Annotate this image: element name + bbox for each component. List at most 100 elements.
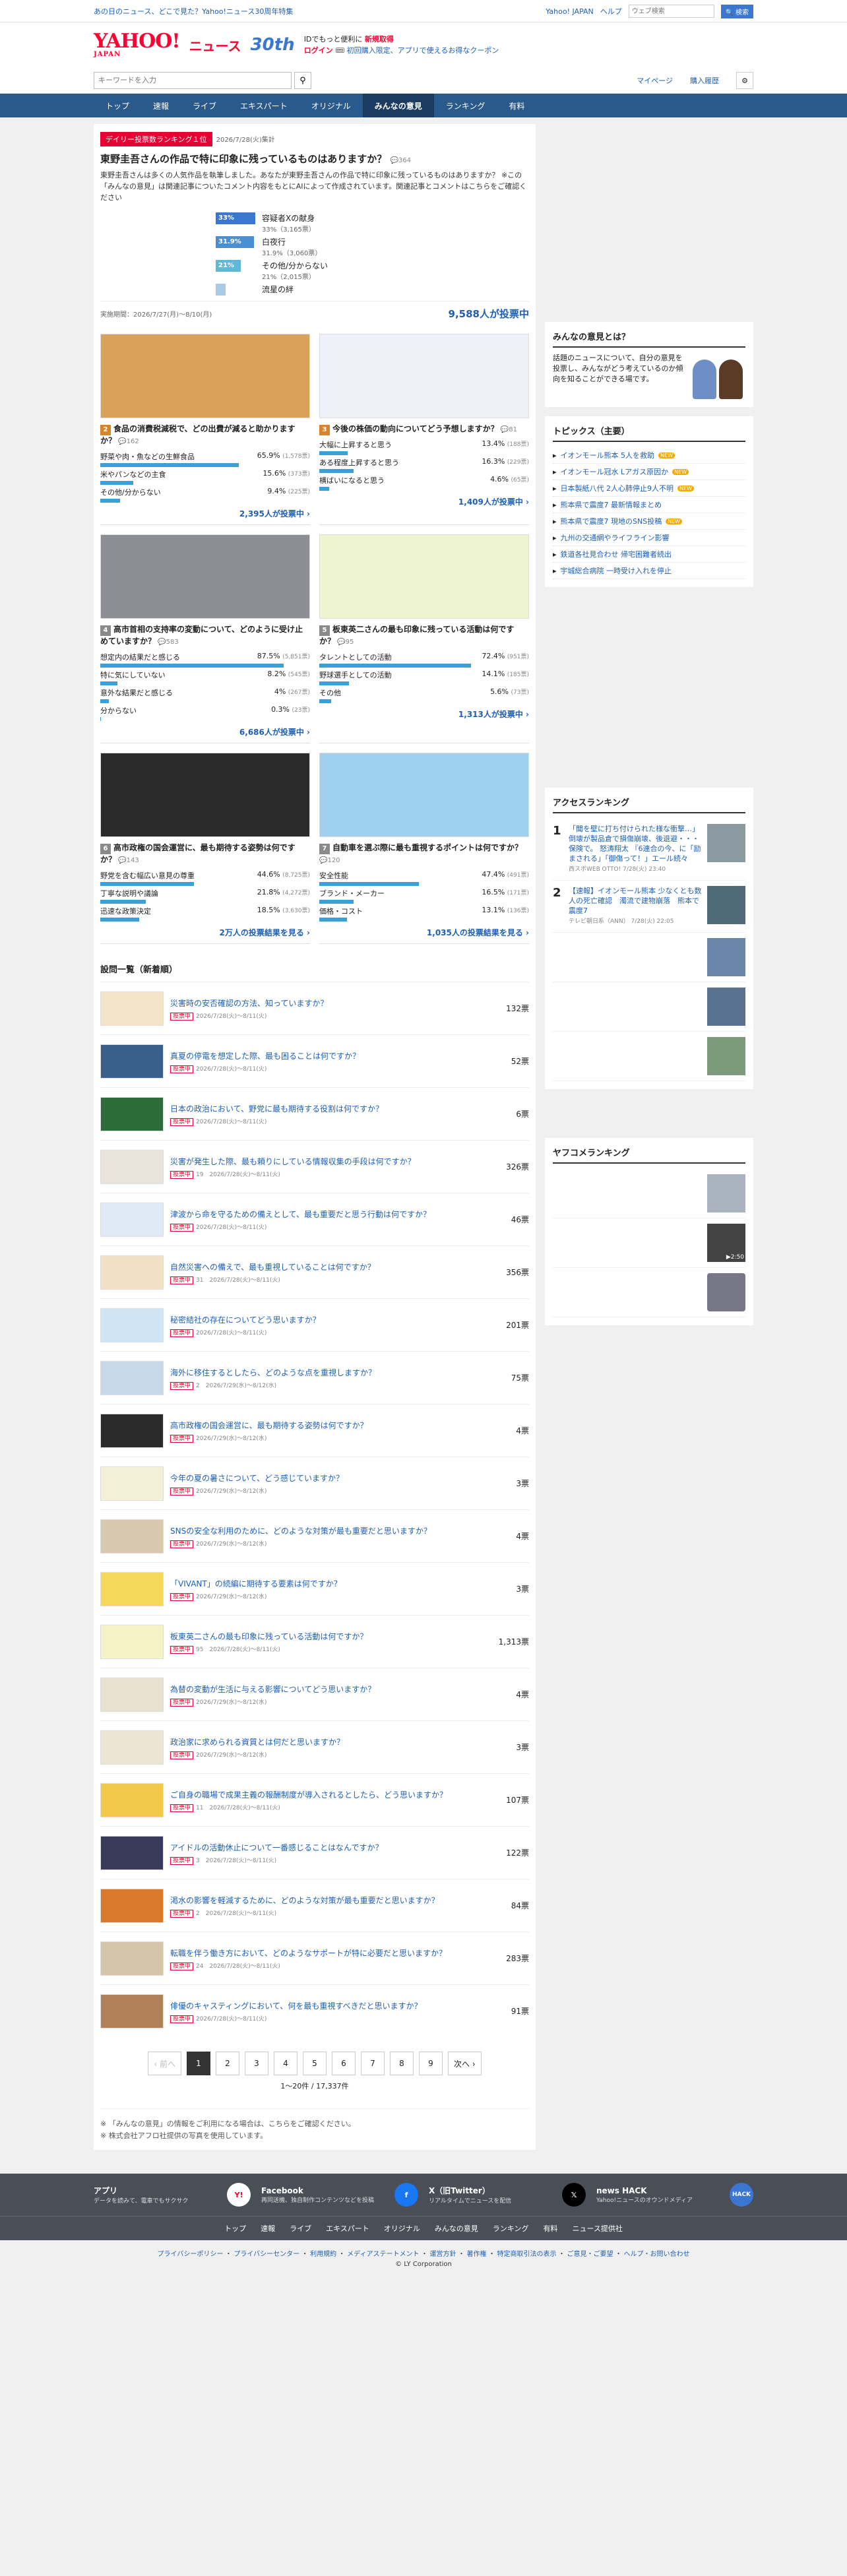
list-item[interactable]: 転職を伴う働き方において、どのようなサポートが特に必要だと思いますか？ 投票中 24… (100, 1932, 529, 1984)
list-item-question[interactable]: 津波から命を守るための備えとして、最も重要だと思う行動は何ですか？ (170, 1209, 483, 1220)
list-item-question[interactable]: 秘密結社の存在についてどう思いますか？ (170, 1314, 483, 1325)
news-logo[interactable]: ニュース (189, 36, 241, 55)
poll-card-vote-link[interactable]: 2,395人が投票中 › (100, 508, 310, 519)
list-item-question[interactable]: SNSの安全な利用のために、どのような対策が最も重要だと思いますか？ (170, 1525, 483, 1536)
legal-link[interactable]: プライバシーセンター (234, 2251, 299, 2258)
nav-expert[interactable]: エキスパート (228, 94, 299, 117)
poll-card-thumbnail[interactable] (319, 334, 529, 418)
pager-next[interactable]: 次へ › (448, 2052, 482, 2075)
web-search-input[interactable] (628, 5, 714, 18)
poll-card-option[interactable]: ブランド・メーカー 16.5% (171票) (319, 888, 529, 904)
poll-card-option[interactable]: その他/分からない 9.4% (225票) (100, 487, 310, 503)
list-item-question[interactable]: 今年の夏の暑さについて、どう感じていますか？ (170, 1472, 483, 1484)
list-item[interactable]: 海外に移住するとしたら、どのような点を重視しますか？ 投票中 2 2026/7/29… (100, 1351, 529, 1404)
poll-card-thumbnail[interactable] (319, 753, 529, 837)
help-link[interactable]: ヘルプ (600, 6, 622, 16)
footer-app[interactable]: アプリ データを読みて、電車でもサクサク Y! (94, 2183, 251, 2207)
topic-item[interactable]: ▸ 九州の交通網やライフライン影響 (553, 530, 745, 546)
poll-card-vote-link[interactable]: 1,035人の投票結果を見る › (319, 927, 529, 938)
topic-item[interactable]: ▸ 熊本県で震度7 最新情報まとめ (553, 497, 745, 513)
legal-link[interactable]: プライバシーポリシー (158, 2251, 224, 2258)
poll-card-question[interactable]: 2 食品の消費税減税で、どの出費が減ると助かりますか？ 💬162 (100, 424, 310, 447)
footer-nav-link[interactable]: ニュース提供社 (572, 2223, 622, 2234)
anniversary-link[interactable]: あの日のニュース、どこで見た？Yahoo!ニュース30周年特集 (94, 6, 293, 16)
poll-card-option[interactable]: 迅速な政策決定 18.5% (3,630票) (100, 906, 310, 922)
footer-newshack[interactable]: news HACK Yahoo!ニュースのオウンドメディア HACK (596, 2183, 753, 2207)
coupon-link[interactable]: 初回購入限定、アプリで使えるお得なクーポン (347, 46, 499, 55)
signup-link[interactable]: 新規取得 (365, 35, 394, 44)
legal-link[interactable]: 利用規約 (310, 2251, 336, 2258)
nav-ranking[interactable]: ランキング (434, 94, 497, 117)
nav-opinion[interactable]: みんなの意見 (362, 94, 434, 117)
legal-link[interactable]: メディアステートメント (347, 2251, 419, 2258)
list-item-question[interactable]: アイドルの活動休止について一番感じることはなんですか？ (170, 1842, 483, 1853)
poll-card-question[interactable]: 3 今後の株価の動向についてどう予想しますか？ 💬81 (319, 424, 529, 435)
list-item-question[interactable]: 災害時の安否確認の方法、知っていますか？ (170, 997, 483, 1009)
search-icon[interactable]: ⚲ (294, 72, 311, 89)
topic-link[interactable]: 日本製紙八代 2人心肺停止9人不明 (561, 483, 674, 493)
poll-card-option[interactable]: 野菜や肉・魚などの生鮮食品 65.9% (1,578票) (100, 451, 310, 467)
topic-link[interactable]: イオンモール熊本 5人を救助 (561, 450, 655, 460)
topic-item[interactable]: ▸ 日本製紙八代 2人心肺停止9人不明 NEW (553, 480, 745, 497)
list-item[interactable]: 俳優のキャスティングにおいて、何を最も重視すべきだと思いますか？ 投票中 2026/… (100, 1984, 529, 2037)
list-item[interactable]: 今年の夏の暑さについて、どう感じていますか？ 投票中 2026/7/29(水)〜8/… (100, 1457, 529, 1509)
footer-nav-link[interactable]: みんなの意見 (435, 2223, 478, 2234)
poll-card-thumbnail[interactable] (319, 534, 529, 619)
nav-top[interactable]: トップ (94, 94, 141, 117)
footer-nav-link[interactable]: 有料 (543, 2223, 557, 2234)
poll-card-option[interactable]: 特に気にしていない 8.2% (545票) (100, 670, 310, 685)
pager-page[interactable]: 3 (245, 2052, 268, 2075)
list-item[interactable]: ご自身の職場で成果主義の報酬制度が導入されるとしたら、どう思いますか？ 投票中 11… (100, 1773, 529, 1826)
poll-card-vote-link[interactable]: 6,686人が投票中 › (100, 726, 310, 738)
list-item-question[interactable]: 自然災害への備えで、最も重視していることは何ですか？ (170, 1261, 483, 1272)
poll-card-option[interactable]: 丁寧な説明や議論 21.8% (4,272票) (100, 888, 310, 904)
poll-card-thumbnail[interactable] (100, 534, 310, 619)
list-item-question[interactable]: 「VIVANT」の続編に期待する要素は何ですか？ (170, 1578, 483, 1589)
list-item[interactable]: 日本の政治において、野党に最も期待する役割は何ですか？ 投票中 2026/7/28(… (100, 1087, 529, 1140)
pager-page[interactable]: 6 (332, 2052, 356, 2075)
footer-nav-link[interactable]: オリジナル (384, 2223, 420, 2234)
legal-link[interactable]: ご意見・ご要望 (567, 2251, 613, 2258)
poll-card-option[interactable]: その他 5.6% (73票) (319, 687, 529, 703)
legal-link[interactable]: 著作権 (466, 2251, 486, 2258)
poll-card-option[interactable]: 安全性能 47.4% (491票) (319, 870, 529, 886)
poll-card-option[interactable]: 横ばいになると思う 4.6% (65票) (319, 475, 529, 491)
list-item-question[interactable]: 日本の政治において、野党に最も期待する役割は何ですか？ (170, 1103, 483, 1114)
poll-card-question[interactable]: 6 高市政権の国会運営に、最も期待する姿勢は何ですか？ 💬143 (100, 842, 310, 866)
list-item[interactable]: 自然災害への備えで、最も重視していることは何ですか？ 投票中 31 2026/7/2… (100, 1245, 529, 1298)
nav-paid[interactable]: 有料 (497, 94, 536, 117)
footer-nav-link[interactable]: ライブ (290, 2223, 311, 2234)
pager-page[interactable]: 5 (303, 2052, 327, 2075)
poll-card-option[interactable]: 想定内の結果だと感じる 87.5% (5,851票) (100, 652, 310, 668)
pager-page[interactable]: 9 (419, 2052, 443, 2075)
list-item[interactable]: 高市政権の国会運営に、最も期待する姿勢は何ですか？ 投票中 2026/7/29(水)… (100, 1404, 529, 1457)
topic-item[interactable]: ▸ 鉄道各社見合わせ 帰宅困難者続出 (553, 546, 745, 563)
footer-nav-link[interactable]: トップ (224, 2223, 246, 2234)
footer-facebook[interactable]: Facebook 再同送機、独自制作コンテンツなどを投稿 f (261, 2183, 418, 2207)
list-item[interactable]: 真夏の停電を想定した際、最も困ることは何ですか？ 投票中 2026/7/28(火)〜… (100, 1034, 529, 1087)
topic-item[interactable]: ▸ イオンモール冠水 Lアガス原因か NEW (553, 464, 745, 480)
access-item-blank[interactable] (553, 1032, 745, 1081)
list-item-question[interactable]: 板東英二さんの最も印象に残っている活動は何ですか？ (170, 1631, 483, 1642)
pager-page[interactable]: 7 (361, 2052, 385, 2075)
footer-nav-link[interactable]: エキスパート (326, 2223, 369, 2234)
access-item[interactable]: 2 【速報】イオンモール熊本 少なくとも数人の死亡確認 濁流で建物崩落 熊本で震度… (553, 881, 745, 933)
poll-card-option[interactable]: 価格・コスト 13.1% (136票) (319, 906, 529, 922)
login-link[interactable]: ログイン (304, 46, 333, 55)
list-item[interactable]: 板東英二さんの最も印象に残っている活動は何ですか？ 投票中 95 2026/7/28… (100, 1615, 529, 1668)
poll-card-option[interactable]: 意外な結果だと感じる 4% (267票) (100, 687, 310, 703)
access-item-blank[interactable] (553, 982, 745, 1032)
list-item-question[interactable]: 海外に移住するとしたら、どのような点を重視しますか？ (170, 1367, 483, 1378)
poll-card-question[interactable]: 7 自動車を選ぶ際に最も重視するポイントは何ですか？ 💬120 (319, 842, 529, 866)
list-item-question[interactable]: 為替の変動が生活に与える影響についてどう思いますか？ (170, 1683, 483, 1695)
topic-link[interactable]: 熊本県で震度7 現地のSNS投稿 (561, 516, 662, 526)
pager-page[interactable]: 4 (274, 2052, 298, 2075)
purchase-history-link[interactable]: 購入履歴 (690, 75, 719, 86)
footer-nav-link[interactable]: ランキング (493, 2223, 529, 2234)
legal-link[interactable]: 運営方針 (429, 2251, 456, 2258)
topic-item[interactable]: ▸ 熊本県で震度7 現地のSNS投稿 NEW (553, 513, 745, 530)
footer-nav-link[interactable]: 速報 (261, 2223, 275, 2234)
legal-link[interactable]: 特定商取引法の表示 (497, 2251, 556, 2258)
pager-page[interactable]: 8 (390, 2052, 414, 2075)
poll-card-thumbnail[interactable] (100, 334, 310, 418)
